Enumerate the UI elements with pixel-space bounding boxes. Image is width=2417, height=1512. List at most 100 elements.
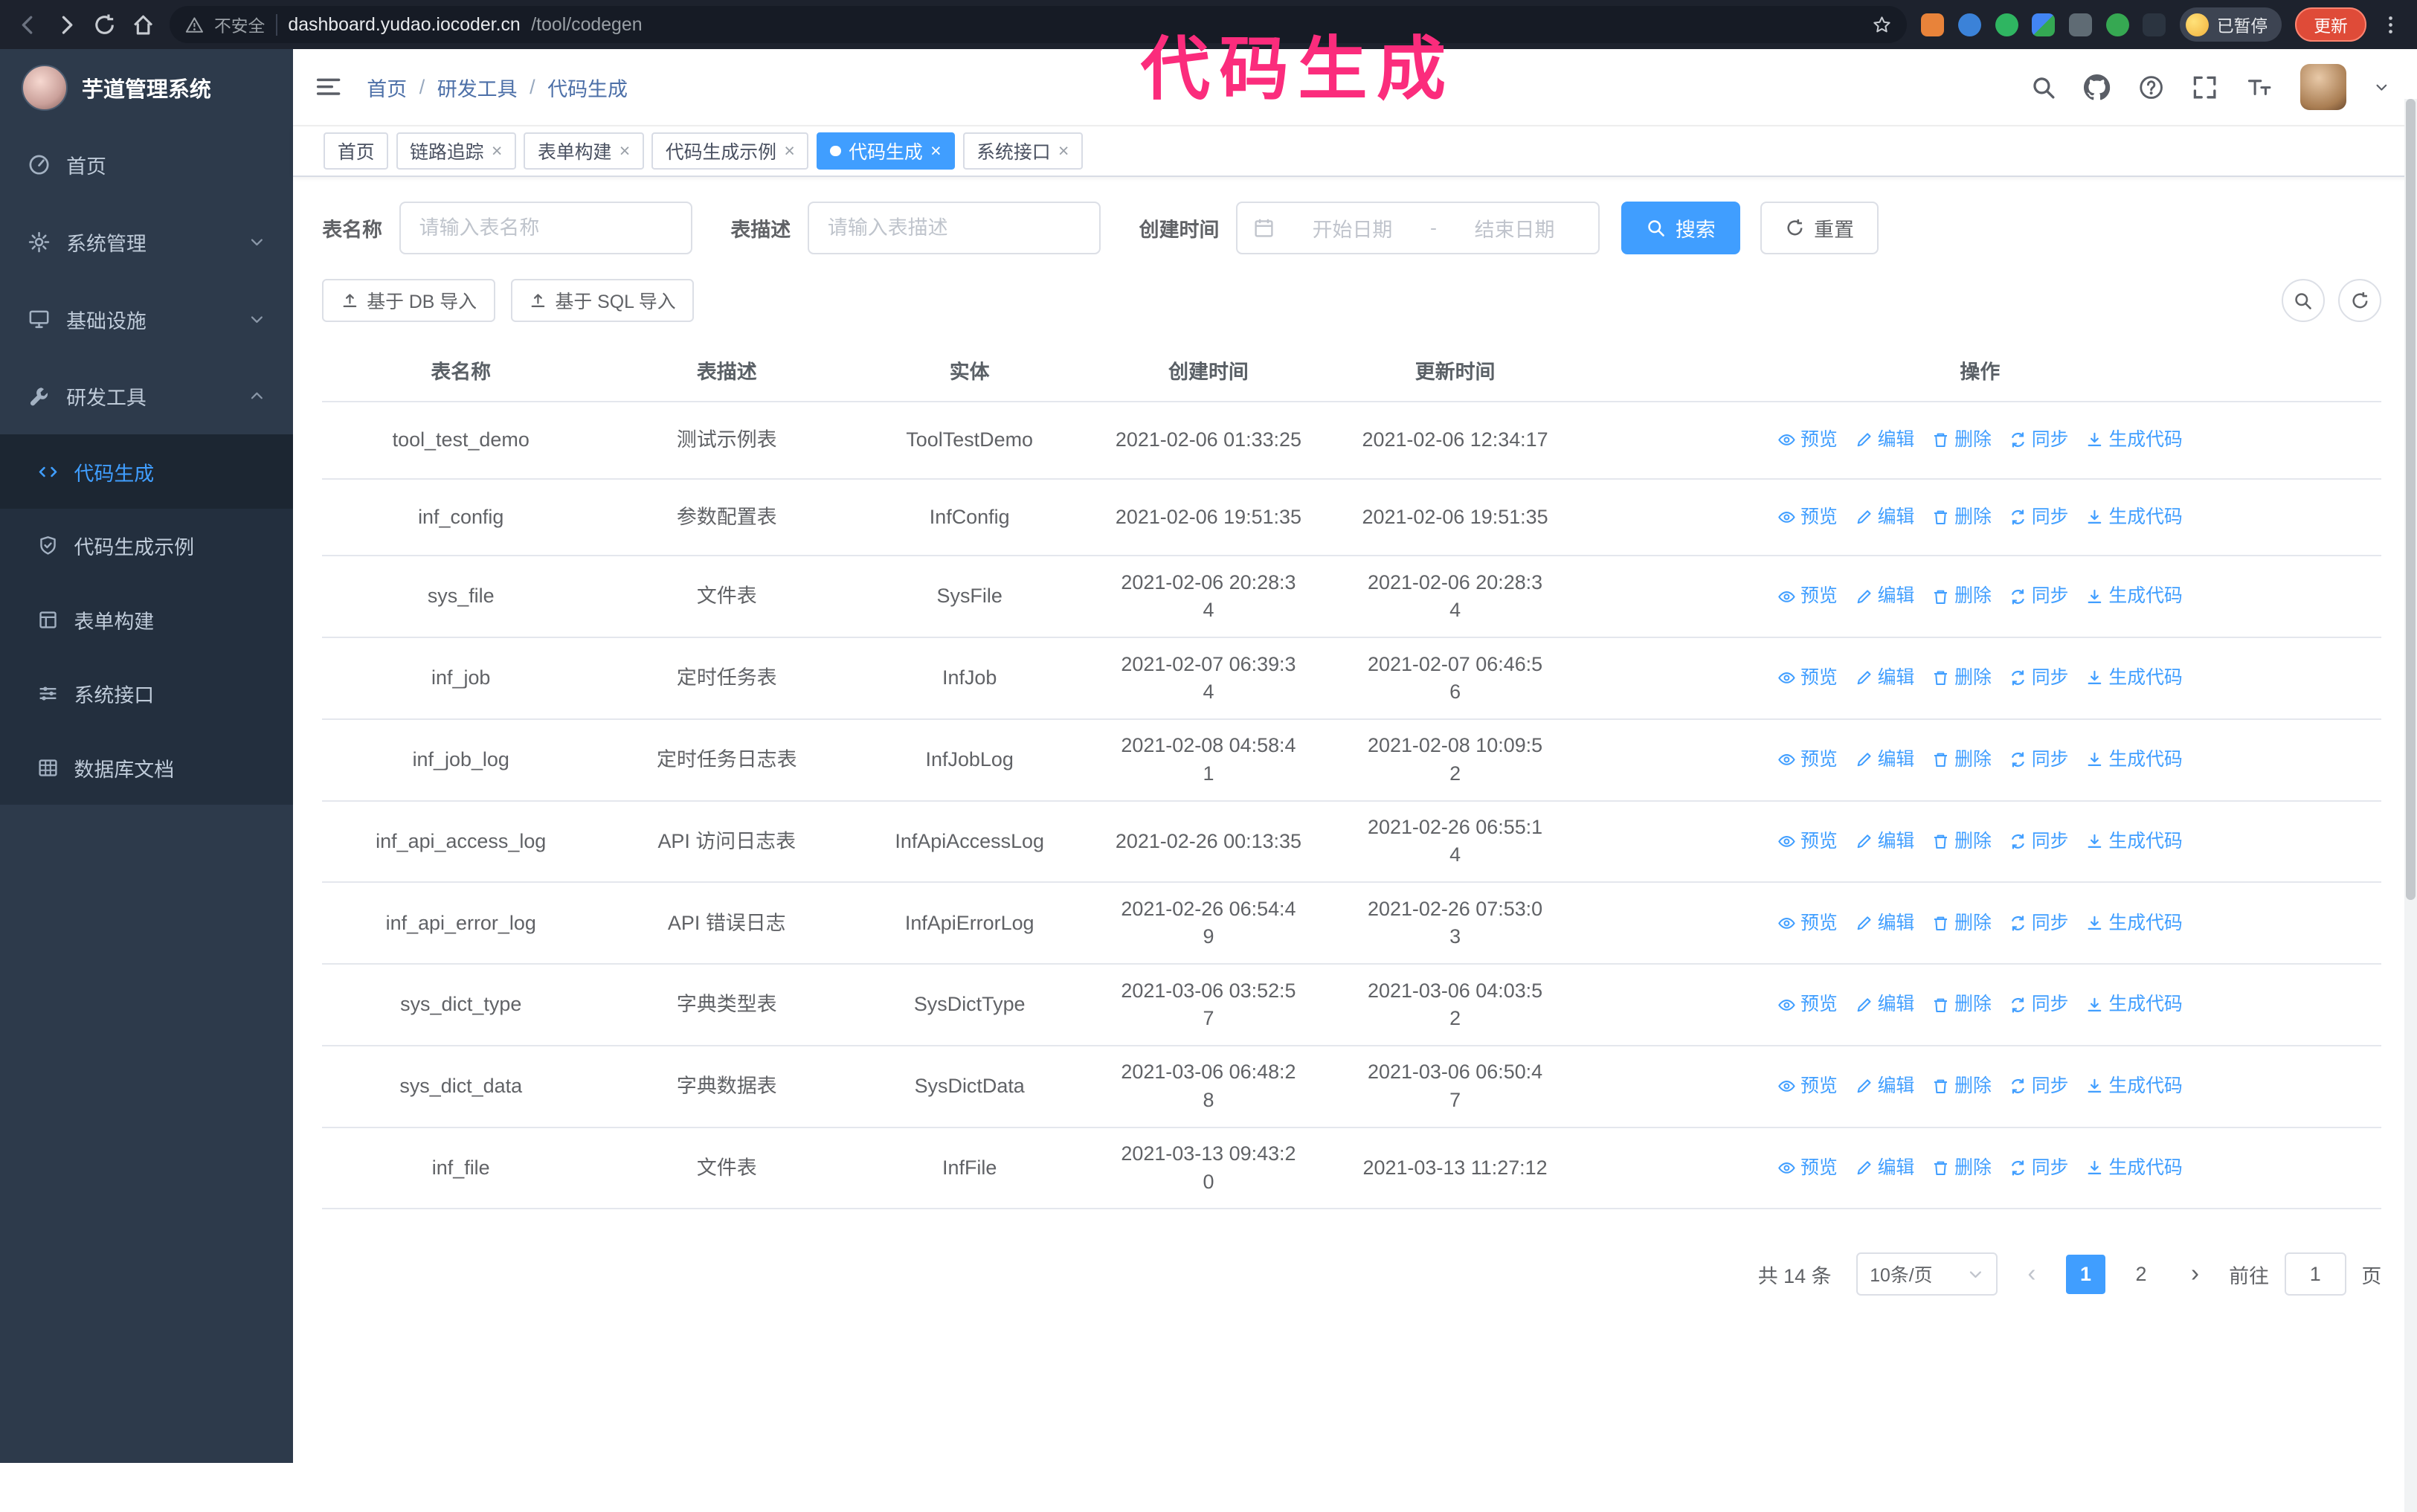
sync-link[interactable]: 同步 — [2009, 426, 2068, 454]
edit-link[interactable]: 编辑 — [1855, 664, 1914, 692]
edit-link[interactable]: 编辑 — [1855, 991, 1914, 1018]
preview-link[interactable]: 预览 — [1777, 582, 1838, 610]
refresh-button[interactable] — [2338, 279, 2382, 323]
preview-link[interactable]: 预览 — [1777, 1154, 1838, 1182]
sync-link[interactable]: 同步 — [2009, 910, 2068, 937]
sync-link[interactable]: 同步 — [2009, 828, 2068, 855]
delete-link[interactable]: 删除 — [1931, 426, 1992, 454]
next-page-button[interactable]: › — [2177, 1252, 2214, 1296]
table-desc-input[interactable] — [808, 202, 1101, 254]
close-icon[interactable]: × — [784, 141, 795, 161]
generate-code-link[interactable]: 生成代码 — [2085, 910, 2183, 937]
address-bar[interactable]: 不安全 dashboard.yudao.iocoder.cn/tool/code… — [169, 6, 1908, 44]
preview-link[interactable]: 预览 — [1777, 426, 1838, 454]
edit-link[interactable]: 编辑 — [1855, 1154, 1914, 1182]
browser-update-button[interactable]: 更新 — [2295, 7, 2366, 42]
tab-system-api[interactable]: 系统接口 × — [962, 132, 1084, 170]
edit-link[interactable]: 编辑 — [1855, 1072, 1914, 1100]
edit-link[interactable]: 编辑 — [1855, 504, 1914, 531]
browser-back-icon[interactable] — [16, 13, 40, 37]
browser-forward-icon[interactable] — [54, 13, 79, 37]
github-icon[interactable] — [2084, 74, 2110, 100]
page-number-1[interactable]: 1 — [2065, 1254, 2106, 1295]
browser-home-icon[interactable] — [131, 13, 155, 37]
extension-icon[interactable] — [1957, 13, 1981, 36]
breadcrumb-devtools[interactable]: 研发工具 — [437, 73, 518, 102]
generate-code-link[interactable]: 生成代码 — [2085, 664, 2183, 692]
close-icon[interactable]: × — [1058, 141, 1069, 161]
toggle-search-button[interactable] — [2281, 279, 2325, 323]
preview-link[interactable]: 预览 — [1777, 991, 1838, 1018]
fullscreen-icon[interactable] — [2192, 74, 2218, 100]
sidebar-item-infra[interactable]: 基础设施 — [0, 280, 293, 358]
generate-code-link[interactable]: 生成代码 — [2085, 1072, 2183, 1100]
font-size-icon[interactable] — [2246, 74, 2272, 100]
reset-button[interactable]: 重置 — [1760, 202, 1879, 254]
page-scrollbar[interactable] — [2404, 98, 2417, 1512]
preview-link[interactable]: 预览 — [1777, 664, 1838, 692]
edit-link[interactable]: 编辑 — [1855, 910, 1914, 937]
sync-link[interactable]: 同步 — [2009, 1072, 2068, 1100]
delete-link[interactable]: 删除 — [1931, 991, 1992, 1018]
help-icon[interactable] — [2138, 74, 2164, 100]
delete-link[interactable]: 删除 — [1931, 504, 1992, 531]
browser-menu-icon[interactable] — [2380, 14, 2401, 36]
generate-code-link[interactable]: 生成代码 — [2085, 1154, 2183, 1182]
sidebar-item-system[interactable]: 系统管理 — [0, 204, 293, 281]
profile-paused-badge[interactable]: 已暂停 — [2180, 7, 2282, 42]
sidebar-item-db-doc[interactable]: 数据库文档 — [0, 730, 293, 804]
tab-codegen-example[interactable]: 代码生成示例 × — [651, 132, 809, 170]
sync-link[interactable]: 同步 — [2009, 991, 2068, 1018]
app-logo[interactable]: 芋道管理系统 — [0, 49, 293, 126]
search-button[interactable]: 搜索 — [1621, 202, 1740, 254]
goto-page-input[interactable] — [2284, 1252, 2346, 1296]
delete-link[interactable]: 删除 — [1931, 664, 1992, 692]
extension-icon[interactable] — [2105, 13, 2129, 36]
preview-link[interactable]: 预览 — [1777, 1072, 1838, 1100]
close-icon[interactable]: × — [492, 141, 503, 161]
generate-code-link[interactable]: 生成代码 — [2085, 746, 2183, 773]
delete-link[interactable]: 删除 — [1931, 1072, 1992, 1100]
bookmark-star-icon[interactable] — [1872, 15, 1892, 35]
tab-codegen[interactable]: 代码生成 × — [816, 132, 956, 170]
close-icon[interactable]: × — [930, 141, 942, 161]
sidebar-item-codegen[interactable]: 代码生成 — [0, 434, 293, 509]
sidebar-item-codegen-example[interactable]: 代码生成示例 — [0, 509, 293, 582]
delete-link[interactable]: 删除 — [1931, 1154, 1992, 1182]
sync-link[interactable]: 同步 — [2009, 1154, 2068, 1182]
generate-code-link[interactable]: 生成代码 — [2085, 582, 2183, 610]
date-range-picker[interactable]: 开始日期 - 结束日期 — [1236, 202, 1600, 254]
extension-icon[interactable] — [1921, 13, 1945, 36]
edit-link[interactable]: 编辑 — [1855, 828, 1914, 855]
page-number-2[interactable]: 2 — [2121, 1255, 2161, 1295]
extension-icon[interactable] — [2068, 13, 2093, 36]
delete-link[interactable]: 删除 — [1931, 746, 1992, 773]
import-sql-button[interactable]: 基于 SQL 导入 — [510, 279, 695, 323]
edit-link[interactable]: 编辑 — [1855, 426, 1914, 454]
sync-link[interactable]: 同步 — [2009, 504, 2068, 531]
sync-link[interactable]: 同步 — [2009, 664, 2068, 692]
tab-home[interactable]: 首页 — [324, 132, 389, 170]
generate-code-link[interactable]: 生成代码 — [2085, 504, 2183, 531]
generate-code-link[interactable]: 生成代码 — [2085, 991, 2183, 1018]
generate-code-link[interactable]: 生成代码 — [2085, 828, 2183, 855]
sidebar-item-home[interactable]: 首页 — [0, 126, 293, 204]
extension-icon[interactable] — [2143, 13, 2166, 36]
tab-form-builder[interactable]: 表单构建 × — [524, 132, 644, 170]
preview-link[interactable]: 预览 — [1777, 828, 1838, 855]
sync-link[interactable]: 同步 — [2009, 746, 2068, 773]
browser-reload-icon[interactable] — [92, 13, 117, 37]
delete-link[interactable]: 删除 — [1931, 582, 1992, 610]
import-db-button[interactable]: 基于 DB 导入 — [322, 279, 495, 323]
table-name-input[interactable] — [399, 202, 692, 254]
delete-link[interactable]: 删除 — [1931, 910, 1992, 937]
close-icon[interactable]: × — [619, 141, 631, 161]
delete-link[interactable]: 删除 — [1931, 828, 1992, 855]
sidebar-item-system-api[interactable]: 系统接口 — [0, 657, 293, 730]
generate-code-link[interactable]: 生成代码 — [2085, 426, 2183, 454]
avatar[interactable] — [2299, 64, 2346, 111]
breadcrumb-home[interactable]: 首页 — [367, 73, 407, 102]
edit-link[interactable]: 编辑 — [1855, 746, 1914, 773]
edit-link[interactable]: 编辑 — [1855, 582, 1914, 610]
tab-tracing[interactable]: 链路追踪 × — [396, 132, 517, 170]
